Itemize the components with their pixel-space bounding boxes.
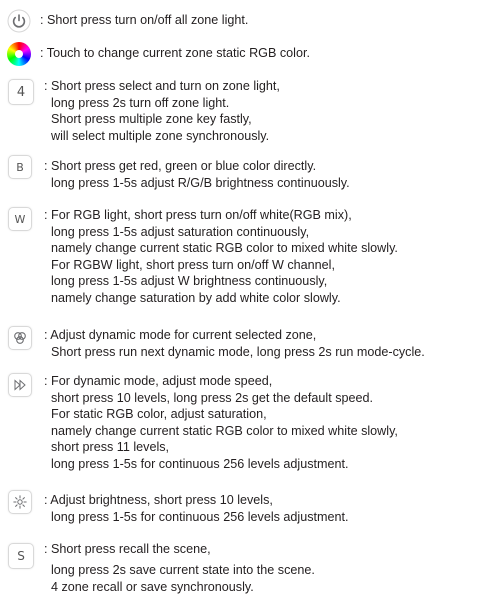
entry-line: : For dynamic mode, adjust mode speed, xyxy=(44,374,273,388)
scene-s-key[interactable]: S xyxy=(8,543,34,569)
entry-line: long press 2s save current state into th… xyxy=(51,562,315,577)
entry-line: 4 zone recall or save synchronously. xyxy=(51,580,254,594)
w-key[interactable]: W xyxy=(8,207,32,231)
entry-line: : Short press get red, green or blue col… xyxy=(44,159,317,173)
entry-line: short press 10 levels, long press 2s get… xyxy=(51,390,374,405)
entry-line: long press 2s turn off zone light. xyxy=(51,95,230,110)
entry-line: : Short press select and turn on zone li… xyxy=(44,79,280,93)
entry-line: : Touch to change current zone static RG… xyxy=(40,46,310,60)
entry-line: : Adjust dynamic mode for current select… xyxy=(44,328,317,342)
b-key[interactable]: B xyxy=(8,155,32,179)
entry-line: namely change current static RGB color t… xyxy=(51,423,398,438)
zone-4-key[interactable]: 4 xyxy=(8,79,34,105)
mode-icon[interactable] xyxy=(8,326,32,350)
entry-line: Short press run next dynamic mode, long … xyxy=(51,344,425,359)
entry-line: For RGBW light, short press turn on/off … xyxy=(51,257,335,272)
entry-line: long press 1-5s adjust saturation contin… xyxy=(51,224,310,239)
entry-line: For static RGB color, adjust saturation, xyxy=(51,407,267,422)
power-icon[interactable] xyxy=(7,9,31,33)
entry-line: : Adjust brightness, short press 10 leve… xyxy=(44,493,273,507)
entry-line: long press 1-5s adjust W brightness cont… xyxy=(51,274,328,289)
entry-line: long press 1-5s for continuous 256 level… xyxy=(51,509,349,524)
entry-line: namely change current static RGB color t… xyxy=(51,241,398,256)
entry-line: : Short press turn on/off all zone light… xyxy=(40,13,249,27)
entry-line: short press 11 levels, xyxy=(51,440,170,455)
entry-line: : Short press recall the scene, xyxy=(44,542,211,556)
entry-line: long press 1-5s for continuous 256 level… xyxy=(51,456,349,471)
entry-line: namely change saturation by add white co… xyxy=(51,290,341,305)
speed-icon[interactable] xyxy=(8,373,32,397)
entry-line: long press 1-5s adjust R/G/B brightness … xyxy=(51,175,350,190)
color-wheel-icon[interactable] xyxy=(6,41,32,67)
entry-line: Short press multiple zone key fastly, xyxy=(51,112,252,127)
entry-line: will select multiple zone synchronously. xyxy=(51,128,270,143)
entry-line: : For RGB light, short press turn on/off… xyxy=(44,208,352,222)
brightness-icon[interactable] xyxy=(8,490,32,514)
